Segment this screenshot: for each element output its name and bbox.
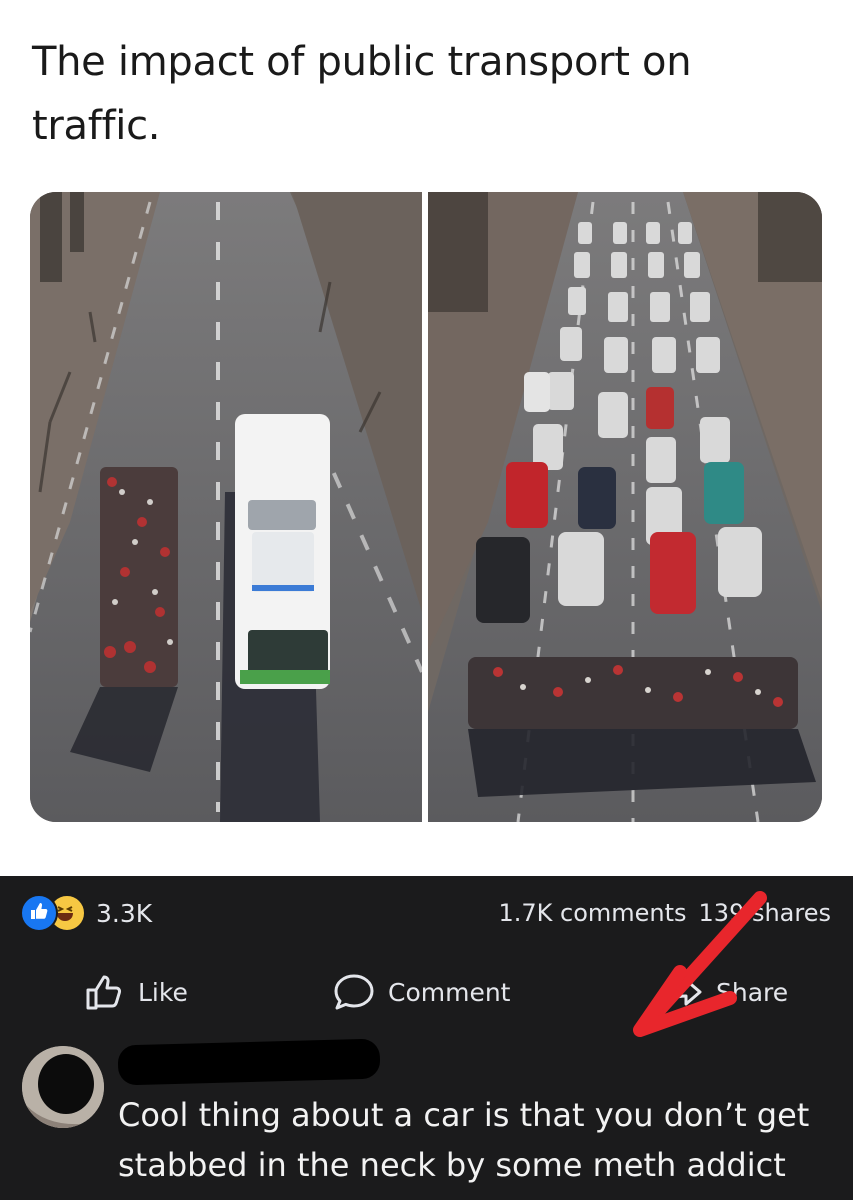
like-label: Like	[138, 977, 188, 1007]
comment-button[interactable]: Comment	[332, 968, 511, 1016]
people-block-right	[468, 657, 816, 797]
thumbs-up-icon	[86, 975, 122, 1010]
right-panel-cars	[428, 192, 822, 822]
reactions-summary[interactable]: 3.3K	[20, 893, 152, 933]
commenter-avatar[interactable]	[22, 1046, 104, 1128]
like-button[interactable]: Like	[84, 968, 188, 1016]
like-reaction-icon	[20, 894, 58, 932]
redacted-commenter-name	[117, 1038, 381, 1086]
comment-bubble-icon	[334, 974, 374, 1010]
left-panel-bus	[30, 192, 424, 822]
red-arrow-annotation	[633, 891, 767, 1037]
reaction-count: 3.3K	[96, 898, 153, 928]
comment-label: Comment	[388, 977, 511, 1007]
comment-text: Cool thing about a car is that you don’t…	[118, 1096, 810, 1184]
post-image[interactable]	[30, 192, 822, 822]
post-title: The impact of public transport on traffi…	[32, 39, 692, 149]
post-body: The impact of public transport on traffi…	[0, 0, 853, 876]
bus-vs-cars-photo	[30, 192, 822, 822]
